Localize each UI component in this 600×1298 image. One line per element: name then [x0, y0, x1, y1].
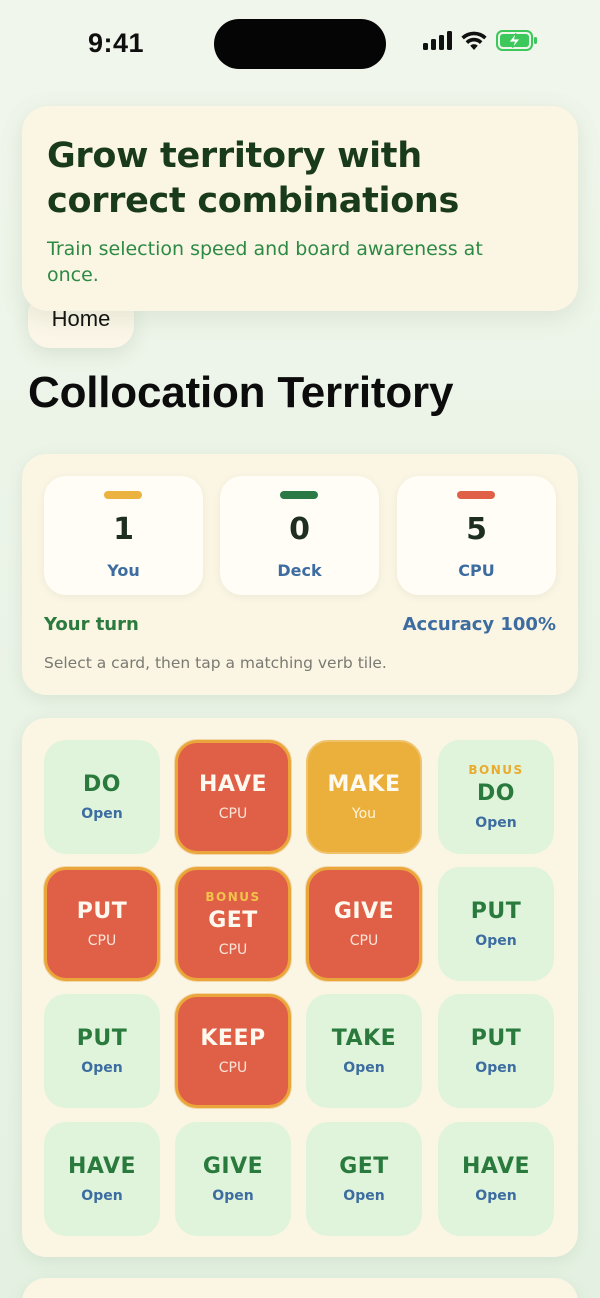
score-card-you: 1 You: [44, 476, 203, 595]
tile-owner: Open: [81, 1060, 123, 1076]
tile-owner: Open: [475, 933, 517, 949]
tile-owner: Open: [81, 806, 123, 822]
tile-owner: Open: [81, 1188, 123, 1204]
status-time: 9:41: [88, 28, 145, 58]
score-value-deck: 0: [289, 512, 310, 547]
tile-owner: CPU: [349, 933, 379, 949]
tile-owner: Open: [343, 1060, 385, 1076]
accuracy-readout: Accuracy 100%: [402, 614, 556, 635]
board-tile[interactable]: HAVE CPU: [175, 740, 291, 854]
score-bar-cpu: [457, 491, 495, 499]
status-icons: [423, 30, 538, 51]
tile-verb: GET: [339, 1154, 389, 1179]
bonus-badge: BONUS: [205, 890, 261, 904]
tile-owner: CPU: [218, 942, 248, 958]
score-label-you: You: [107, 561, 140, 580]
tile-verb: HAVE: [199, 772, 267, 797]
tile-verb: PUT: [470, 899, 522, 924]
status-bar: 9:41: [0, 0, 600, 90]
board-tile[interactable]: HAVE Open: [438, 1122, 554, 1236]
tile-verb: DO: [477, 781, 515, 806]
board-tile[interactable]: GET Open: [306, 1122, 422, 1236]
tile-owner: Open: [475, 1188, 517, 1204]
tile-owner: Open: [475, 1060, 517, 1076]
turn-indicator: Your turn: [44, 614, 139, 635]
tile-verb: HAVE: [68, 1154, 136, 1179]
dynamic-island: [214, 19, 386, 69]
tile-verb: PUT: [76, 1026, 128, 1051]
board-tile[interactable]: PUT CPU: [44, 867, 160, 981]
hero-subtitle: Train selection speed and board awarenes…: [47, 238, 483, 286]
score-value-cpu: 5: [466, 512, 487, 547]
tile-owner: Open: [212, 1188, 254, 1204]
score-bar-deck: [280, 491, 318, 499]
hero-banner: Grow territory with correct combinations…: [22, 106, 578, 311]
page-title: Collocation Territory: [28, 368, 454, 417]
tile-verb: GIVE: [333, 899, 395, 924]
tile-verb: MAKE: [327, 772, 401, 797]
tile-owner: Open: [343, 1188, 385, 1204]
tile-verb: TAKE: [331, 1026, 397, 1051]
score-card-cpu: 5 CPU: [397, 476, 556, 595]
tile-owner: CPU: [218, 806, 248, 822]
score-bar-you: [104, 491, 142, 499]
signal-icon: [423, 31, 452, 50]
tile-verb: GET: [208, 908, 258, 933]
score-label-cpu: CPU: [458, 561, 495, 580]
wifi-icon: [461, 31, 487, 50]
score-panel: 1 You 0 Deck 5 CPU Your turn Accuracy 10…: [22, 454, 578, 695]
score-label-deck: Deck: [277, 561, 322, 580]
score-value-you: 1: [113, 512, 134, 547]
board-tile[interactable]: KEEP CPU: [175, 994, 291, 1108]
next-panel: [22, 1278, 578, 1298]
board-tile[interactable]: PUT Open: [438, 994, 554, 1108]
tile-verb: GIVE: [202, 1154, 264, 1179]
score-card-deck: 0 Deck: [220, 476, 379, 595]
board-tile[interactable]: BONUS GET CPU: [175, 867, 291, 981]
hero-title: Grow territory with correct combinations: [47, 136, 460, 221]
tile-verb: KEEP: [200, 1026, 266, 1051]
tile-verb: HAVE: [462, 1154, 530, 1179]
bonus-badge: BONUS: [468, 763, 524, 777]
tile-owner: CPU: [218, 1060, 248, 1076]
tile-verb: PUT: [470, 1026, 522, 1051]
instruction-hint: Select a card, then tap a matching verb …: [44, 654, 387, 672]
board-tile[interactable]: TAKE Open: [306, 994, 422, 1108]
territory-board: DO Open HAVE CPU MAKE You BONUS DO Open PUT CPU BON…: [22, 718, 578, 1257]
tile-owner: CPU: [87, 933, 117, 949]
board-tile[interactable]: HAVE Open: [44, 1122, 160, 1236]
board-tile[interactable]: GIVE CPU: [306, 867, 422, 981]
tile-owner: You: [351, 806, 377, 822]
board-tile[interactable]: PUT Open: [44, 994, 160, 1108]
board-tile[interactable]: BONUS DO Open: [438, 740, 554, 854]
tile-verb: DO: [83, 772, 121, 797]
board-tile[interactable]: MAKE You: [306, 740, 422, 854]
board-tile[interactable]: PUT Open: [438, 867, 554, 981]
tile-verb: PUT: [76, 899, 128, 924]
battery-charging-icon: [496, 30, 537, 51]
board-tile[interactable]: GIVE Open: [175, 1122, 291, 1236]
board-tile[interactable]: DO Open: [44, 740, 160, 854]
tile-owner: Open: [475, 815, 517, 831]
